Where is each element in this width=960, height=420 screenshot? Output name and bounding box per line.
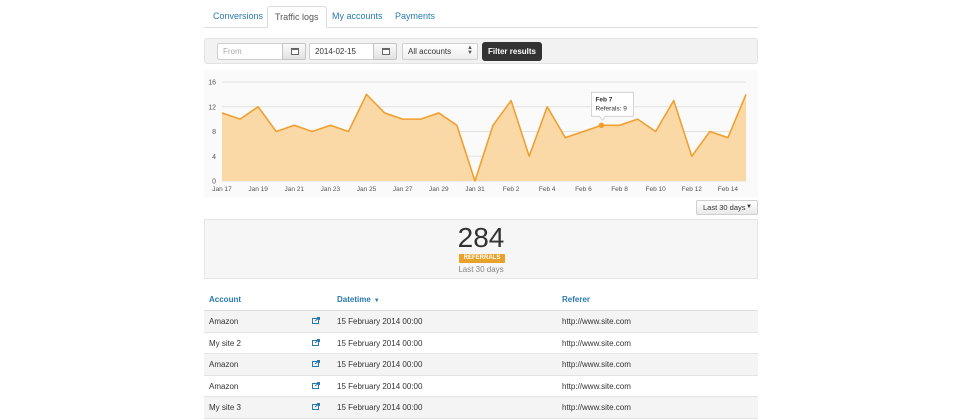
x-tick-label: Feb 6 xyxy=(575,186,592,193)
tab-conversions[interactable]: Conversions xyxy=(206,6,270,28)
datetime-cell: 15 February 2014 00:00 xyxy=(337,317,423,326)
x-tick-label: Feb 4 xyxy=(539,186,556,193)
account-cell: My site 3 xyxy=(209,403,242,413)
x-tick-label: Feb 8 xyxy=(611,186,628,193)
external-link-icon[interactable] xyxy=(312,360,320,368)
filter-bar: From 2014-02-15 All accounts ▲ ▼ Filter r… xyxy=(204,38,758,64)
account-cell: My site 2 xyxy=(209,338,242,348)
tab-my-accounts[interactable]: My accounts xyxy=(325,6,390,28)
external-link-icon[interactable] xyxy=(312,403,320,411)
date-range-value: Last 30 days xyxy=(703,203,746,212)
to-date-input[interactable]: 2014-02-15 xyxy=(309,43,375,60)
referrals-chart: Jan 17 Jan 19 Jan 21 Jan 23 Jan 25 Jan 27 Jan … xyxy=(204,70,758,197)
table-body: Amazon 15 February 2014 00:00 http://www.s… xyxy=(204,311,758,419)
x-tick-label: Jan 31 xyxy=(465,186,485,193)
table-row: Amazon 15 February 2014 00:00 http://www.s… xyxy=(204,311,758,333)
referrals-count: 284 xyxy=(457,222,505,253)
tab-payments[interactable]: Payments xyxy=(388,6,442,28)
datetime-header-label: Datetime xyxy=(337,295,371,304)
calendar-icon xyxy=(382,48,390,55)
y-tick-label: 8 xyxy=(212,129,216,136)
x-tick-label: Jan 21 xyxy=(285,186,305,193)
from-calendar-button[interactable] xyxy=(282,43,306,60)
table-row: My site 2 15 February 2014 00:00 http://ww… xyxy=(204,333,758,355)
referrals-badge: REFERRALS xyxy=(459,254,505,263)
tooltip-title: Feb 7 xyxy=(595,96,612,103)
from-date-input[interactable]: From xyxy=(217,43,283,60)
account-cell: Amazon xyxy=(209,360,239,370)
x-tick-label: Feb 10 xyxy=(646,186,667,193)
referer-cell: http://www.site.com xyxy=(562,403,631,413)
table-row: My site 3 15 February 2014 00:00 http://ww… xyxy=(204,397,758,419)
referer-cell: http://www.site.com xyxy=(562,317,631,326)
external-link-icon[interactable] xyxy=(312,317,320,324)
x-tick-label: Feb 12 xyxy=(682,186,703,193)
x-tick-label: Jan 19 xyxy=(248,186,268,193)
data-point xyxy=(598,122,605,129)
tab-traffic-logs[interactable]: Traffic logs xyxy=(267,6,327,28)
datetime-cell: 15 February 2014 00:00 xyxy=(337,403,423,413)
date-range-dropdown[interactable]: Last 30 days ▼ xyxy=(696,200,758,215)
tab-bar: Conversions Traffic logs My accounts Pay… xyxy=(204,6,758,28)
referer-cell: http://www.site.com xyxy=(562,360,631,370)
account-select-value: All accounts xyxy=(408,47,452,56)
calendar-icon xyxy=(291,48,299,55)
y-tick-label: 4 xyxy=(212,154,216,161)
datetime-cell: 15 February 2014 00:00 xyxy=(337,338,423,348)
x-tick-label: Jan 17 xyxy=(212,186,232,193)
caret-down-icon: ▼ xyxy=(746,204,752,210)
datetime-cell: 15 February 2014 00:00 xyxy=(337,360,423,370)
table-header: Account Datetime ▼ Referer xyxy=(204,289,758,311)
area-fill xyxy=(222,94,746,181)
tooltip-text: Referals: 9 xyxy=(595,105,627,112)
x-tick-label: Jan 29 xyxy=(429,186,449,193)
to-calendar-button[interactable] xyxy=(373,43,397,60)
y-tick-label: 12 xyxy=(208,104,216,111)
account-column-header[interactable]: Account xyxy=(209,295,241,304)
sort-desc-icon: ▼ xyxy=(373,298,380,304)
updown-arrow-icon: ▲ ▼ xyxy=(467,45,473,56)
traffic-table: Account Datetime ▼ Referer Amazon 15 Febru… xyxy=(204,289,758,419)
x-tick-label: Jan 25 xyxy=(357,186,377,193)
x-tick-label: Jan 27 xyxy=(393,186,413,193)
referer-cell: http://www.site.com xyxy=(562,338,631,348)
table-row: Amazon 15 February 2014 00:00 http://www.s… xyxy=(204,376,758,398)
external-link-icon[interactable] xyxy=(312,381,320,389)
y-tick-label: 0 xyxy=(212,179,216,186)
x-tick-label: Jan 23 xyxy=(321,186,341,193)
referrals-summary: 284 REFERRALS Last 30 days xyxy=(204,219,758,279)
datetime-cell: 15 February 2014 00:00 xyxy=(337,381,423,391)
y-tick-label: 16 xyxy=(208,80,216,87)
chart-svg: Jan 17 Jan 19 Jan 21 Jan 23 Jan 25 Jan 27 Jan … xyxy=(208,80,747,193)
account-cell: Amazon xyxy=(209,381,239,391)
x-tick-label: Feb 14 xyxy=(718,186,739,193)
summary-period: Last 30 days xyxy=(458,265,504,274)
referer-cell: http://www.site.com xyxy=(562,381,631,391)
filter-results-button[interactable]: Filter results xyxy=(482,42,542,61)
x-tick-label: Feb 2 xyxy=(503,186,520,193)
account-select[interactable]: All accounts ▲ ▼ xyxy=(402,43,478,60)
external-link-icon[interactable] xyxy=(312,338,320,346)
table-row: Amazon 15 February 2014 00:00 http://www.s… xyxy=(204,354,758,376)
datetime-column-header[interactable]: Datetime ▼ xyxy=(337,295,380,304)
referer-column-header[interactable]: Referer xyxy=(562,295,590,304)
account-cell: Amazon xyxy=(209,317,239,326)
